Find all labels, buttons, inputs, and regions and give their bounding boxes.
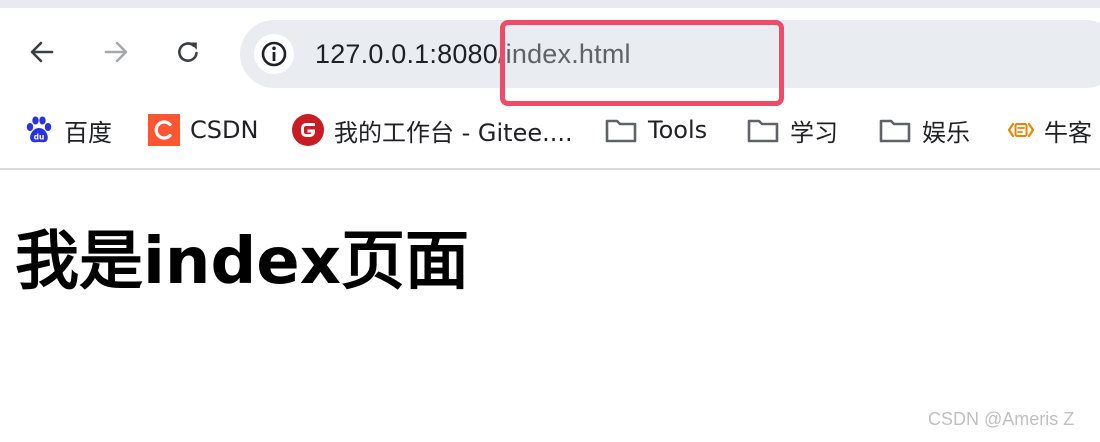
window-top-strip <box>0 0 1100 8</box>
site-info-button[interactable] <box>254 34 294 74</box>
nowcoder-icon <box>1006 115 1036 145</box>
bookmark-label: 学习 <box>790 118 838 147</box>
bookmark-folder-study[interactable]: 学习 <box>746 112 838 148</box>
bookmarks-bar: du 百度 CSDN 我的工作台 - Gitee.... Tools 学习 娱乐… <box>0 104 1100 158</box>
bookmark-folder-entertainment[interactable]: 娱乐 <box>878 112 970 148</box>
bookmark-baidu[interactable]: du 百度 <box>24 112 112 148</box>
url-host: 127.0.0.1:8080 <box>315 39 498 69</box>
reload-icon <box>178 42 198 62</box>
folder-icon <box>746 115 780 145</box>
arrow-left-icon <box>30 41 54 63</box>
svg-text:du: du <box>34 133 45 142</box>
browser-toolbar: 127.0.0.1:8080/index.html <box>0 8 1100 106</box>
bookmark-label: Tools <box>648 116 708 144</box>
bookmark-folder-tools[interactable]: Tools <box>604 112 707 148</box>
forward-button[interactable] <box>96 32 136 72</box>
csdn-icon <box>148 114 180 146</box>
reload-button[interactable] <box>168 32 208 72</box>
folder-icon <box>878 115 912 145</box>
folder-icon <box>604 115 638 145</box>
info-icon <box>261 41 287 67</box>
bookmark-label: 牛客 <box>1044 118 1092 147</box>
watermark: CSDN @Ameris Z <box>928 409 1075 429</box>
back-button[interactable] <box>22 32 62 72</box>
bookmark-label: 娱乐 <box>922 118 970 147</box>
arrow-right-icon <box>104 41 128 63</box>
page-content: 我是index页面 <box>0 170 1100 442</box>
bookmark-csdn[interactable]: CSDN <box>148 112 258 148</box>
bookmark-label: 百度 <box>64 118 112 147</box>
bookmark-label: 我的工作台 - Gitee.... <box>334 118 573 147</box>
bookmark-nowcoder[interactable]: 牛客 <box>1006 112 1092 148</box>
bookmark-label: CSDN <box>190 116 259 144</box>
page-heading: 我是index页面 <box>15 225 469 299</box>
bookmark-gitee[interactable]: 我的工作台 - Gitee.... <box>292 112 573 148</box>
url-path-highlight <box>500 20 784 106</box>
baidu-icon: du <box>24 115 54 145</box>
gitee-icon <box>292 114 324 146</box>
